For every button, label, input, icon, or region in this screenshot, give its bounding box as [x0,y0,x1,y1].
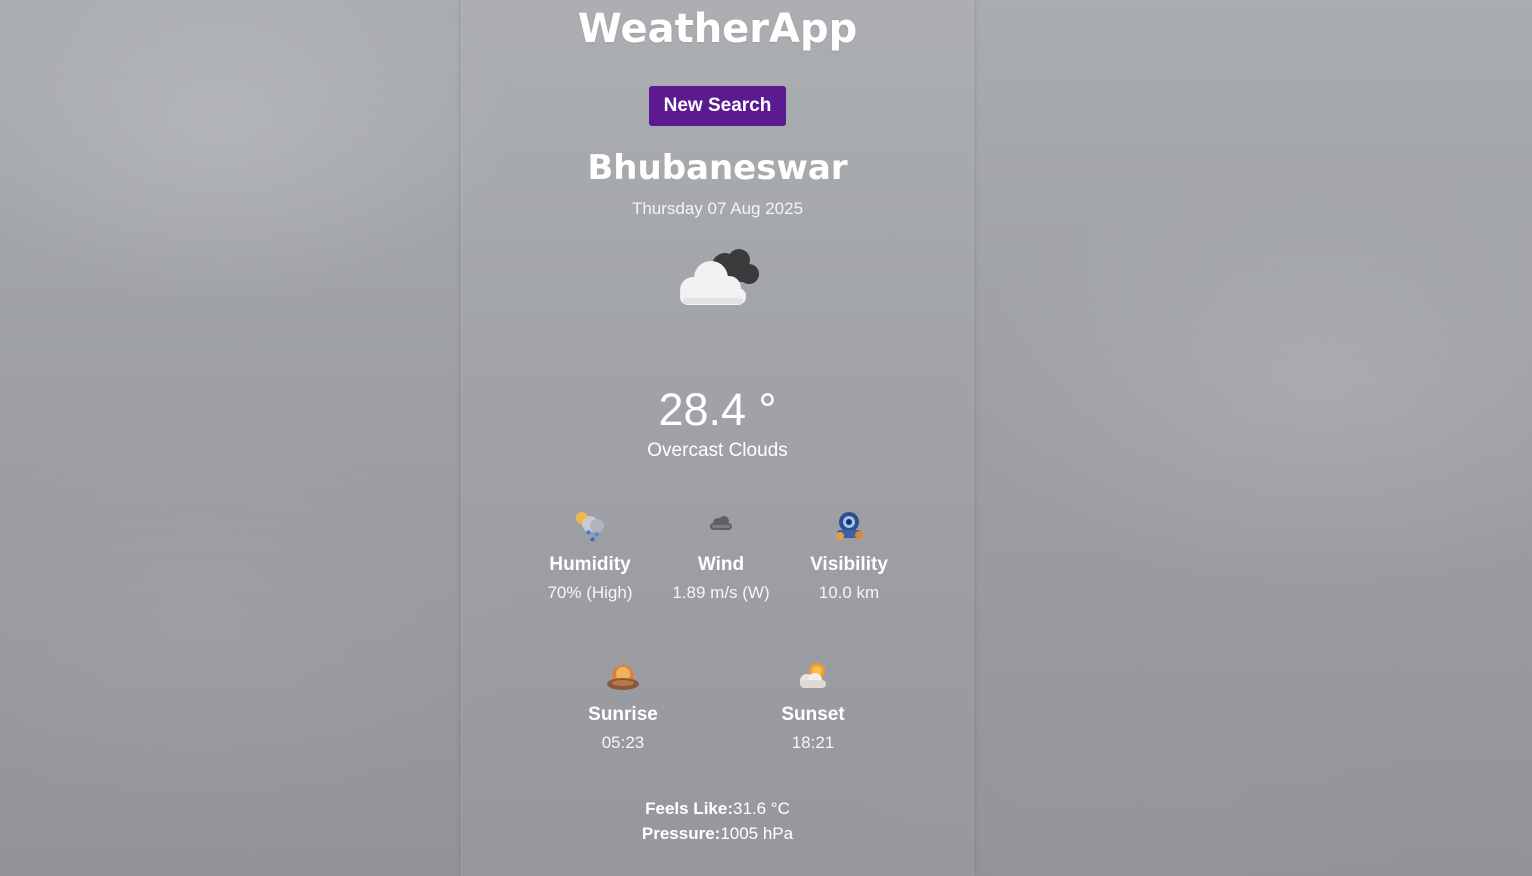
wind-icon [710,516,732,530]
humidity-label: Humidity [549,554,631,575]
city-name: Bhubaneswar [587,148,848,188]
pressure-label: Pressure: [641,824,721,843]
visibility-value: 10.0 km [818,583,880,602]
pressure-value: 1005 hPa [720,824,794,843]
sunset-label: Sunset [781,704,845,725]
sunset-stat: Sunset 18:21 [743,656,883,753]
humidity-value: 70% (High) [547,583,633,602]
current-date: Thursday 07 Aug 2025 [631,199,804,218]
sunrise-icon [607,665,639,690]
wind-stat: Wind 1.89 m/s (W) [651,506,791,603]
sunrise-label: Sunrise [588,704,658,725]
sunset-icon [800,663,826,688]
sunrise-value: 05:23 [601,733,645,752]
visibility-label: Visibility [810,554,888,575]
temperature: 28.4 ° [658,384,777,435]
feels-like-row: Feels Like:31.6 °C [462,799,973,819]
sunrise-stat: Sunrise 05:23 [553,656,693,753]
feels-like-value: 31.6 °C [732,799,790,818]
weather-panel: WeatherApp New Search Bhubaneswar Thursd… [461,0,974,876]
visibility-stat: Visibility 10.0 km [779,506,919,603]
visibility-icon [836,512,863,540]
humidity-stat: Humidity 70% (High) [520,506,660,603]
new-search-button[interactable]: New Search [649,86,786,126]
sunset-value: 18:21 [791,733,835,752]
weather-condition: Overcast Clouds [647,440,788,461]
app-title: WeatherApp [577,6,858,52]
feels-like-label: Feels Like: [645,799,733,818]
pressure-row: Pressure:1005 hPa [462,824,973,844]
humidity-icon [576,512,604,542]
overcast-clouds-icon [680,249,759,305]
wind-value: 1.89 m/s (W) [672,583,770,602]
wind-label: Wind [697,554,745,575]
